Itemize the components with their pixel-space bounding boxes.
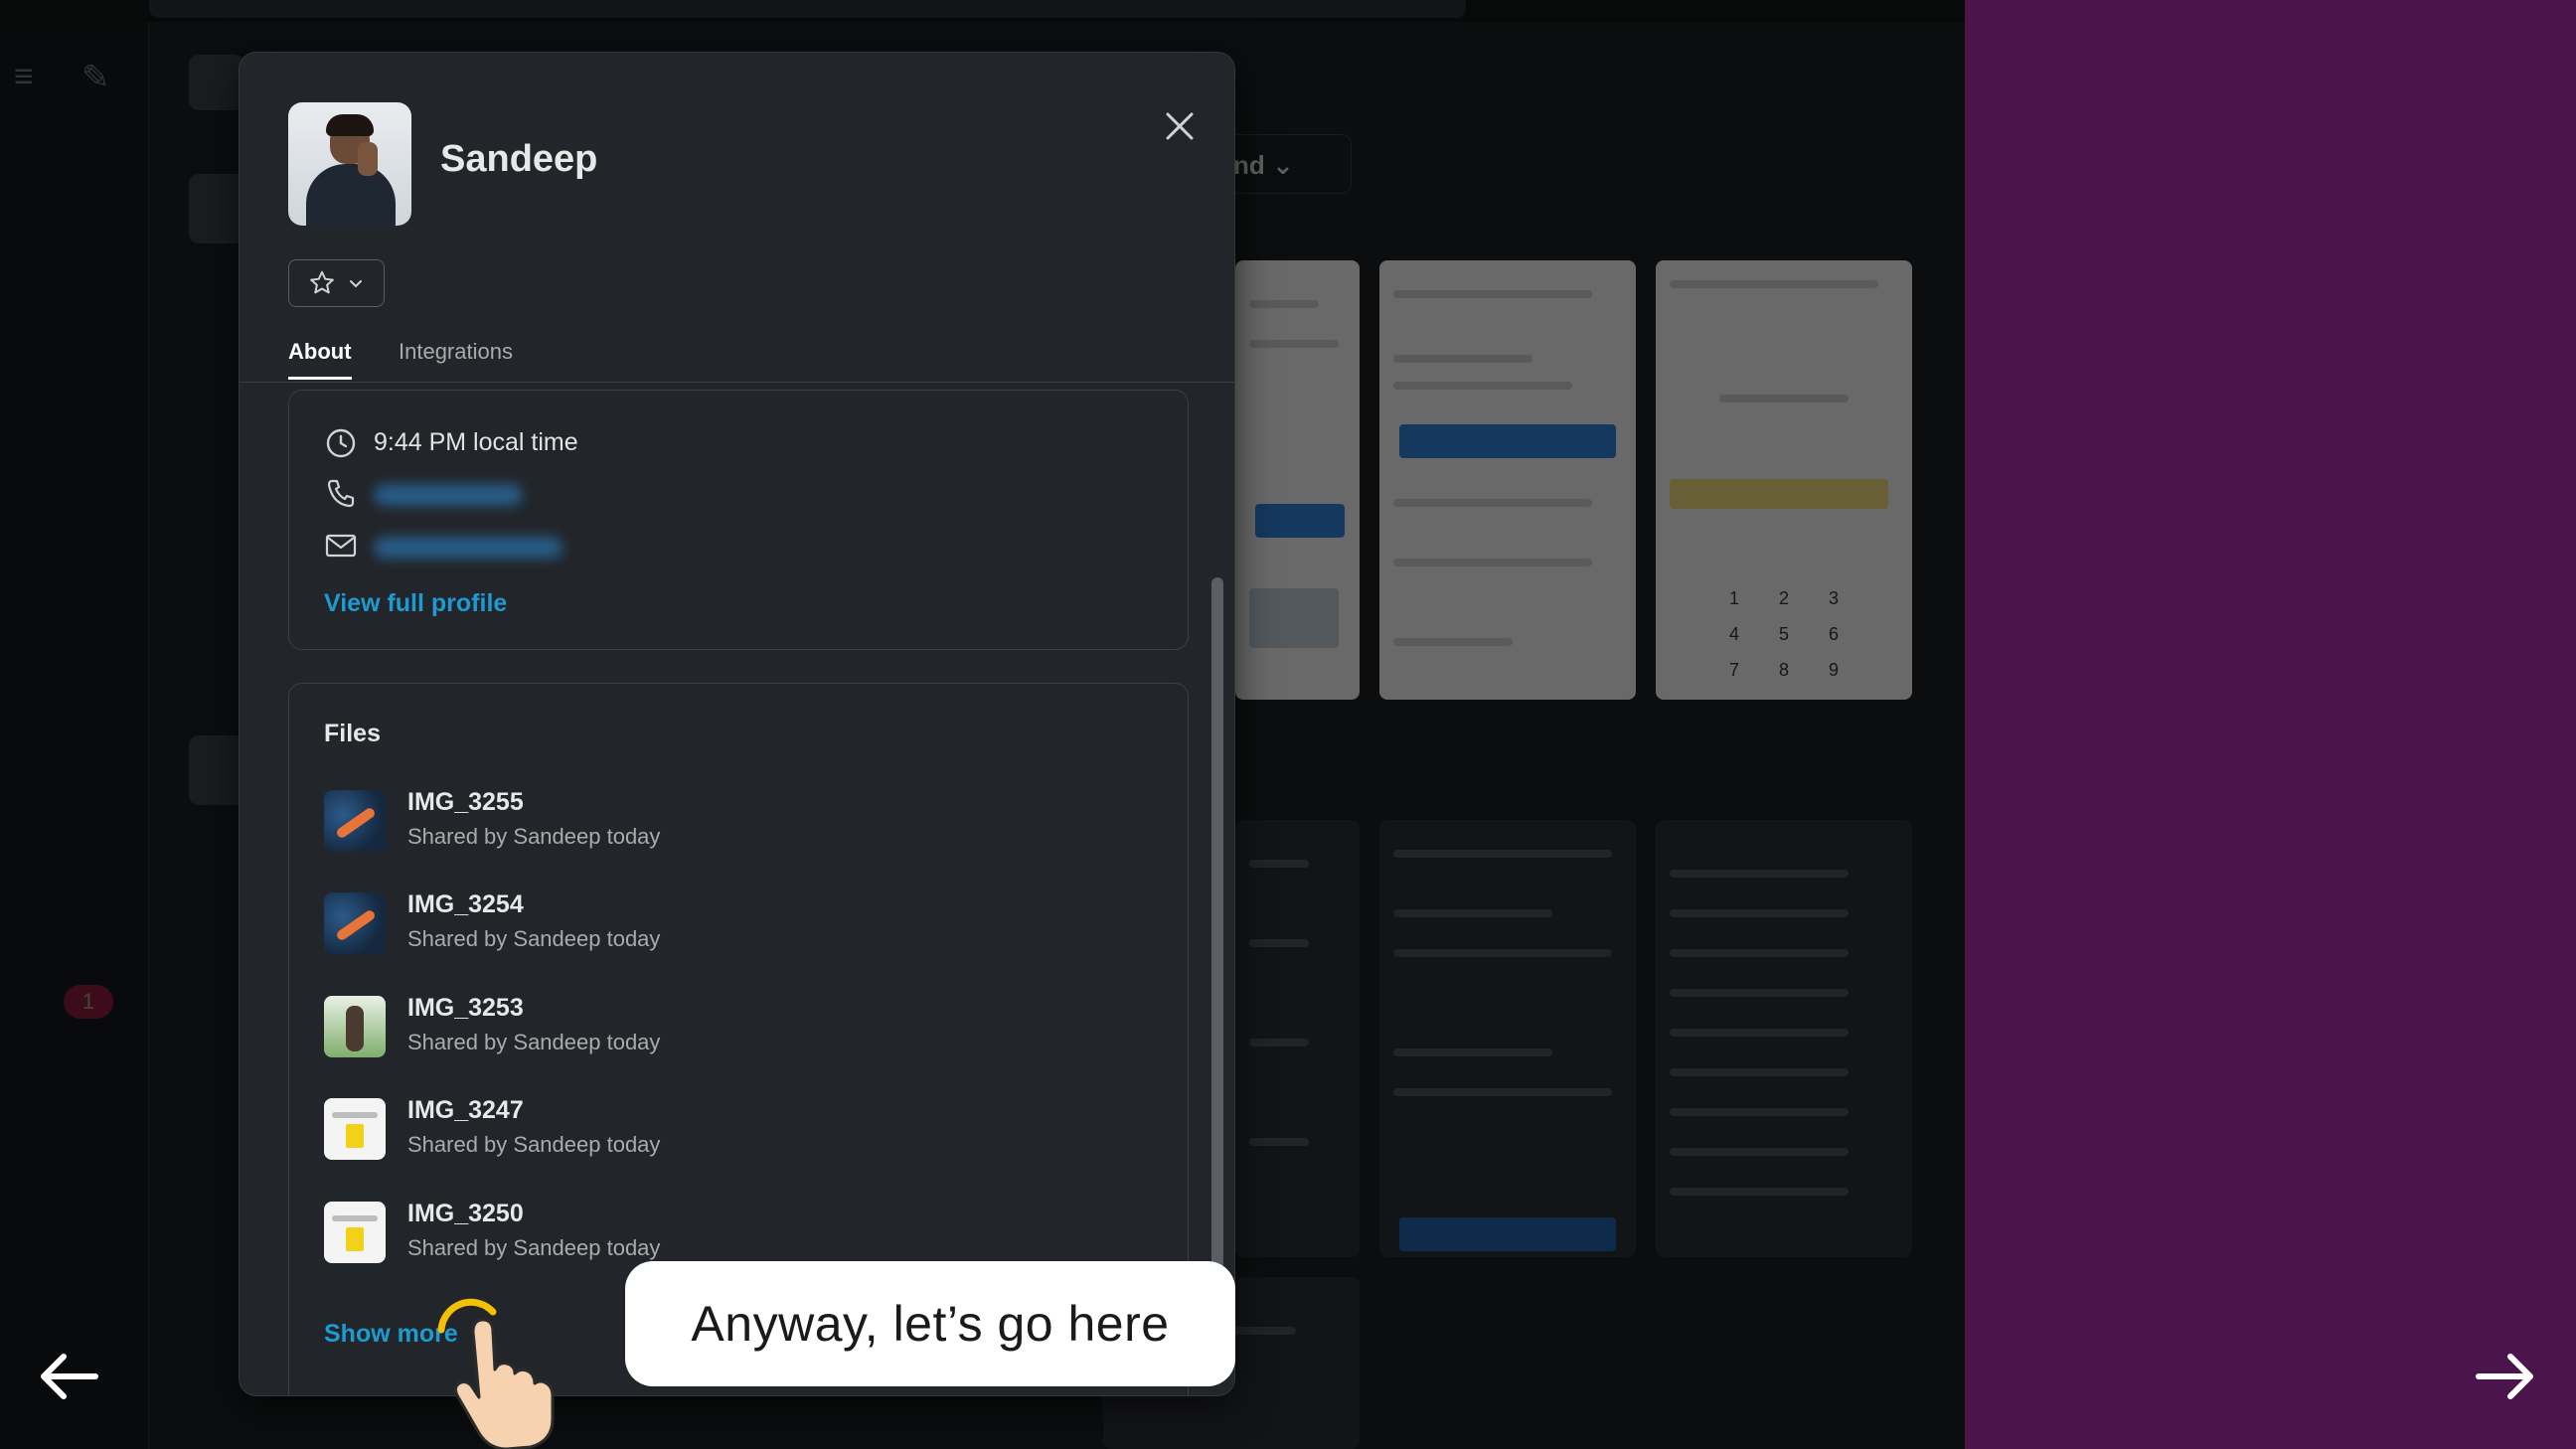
tutorial-callout: Anyway, let’s go here <box>625 1261 1235 1386</box>
profile-name: Sandeep <box>440 138 598 180</box>
file-thumbnail <box>324 1202 386 1263</box>
local-time: 9:44 PM local time <box>374 428 578 456</box>
scrollbar-thumb[interactable] <box>1211 577 1223 1313</box>
tab-about[interactable]: About <box>288 339 352 380</box>
about-card: 9:44 PM local time View full profile <box>288 390 1189 650</box>
phone-number-redacted <box>374 484 523 506</box>
file-thumbnail <box>324 1098 386 1160</box>
file-shared-by: Shared by Sandeep today <box>407 1132 661 1157</box>
divider <box>240 382 1234 383</box>
clock-icon <box>326 428 356 458</box>
file-item[interactable]: IMG_3255 Shared by Sandeep today <box>324 778 1139 868</box>
profile-avatar[interactable] <box>288 102 411 226</box>
scrollbar[interactable] <box>1211 391 1223 1384</box>
prev-step-button[interactable] <box>30 1337 109 1416</box>
file-thumbnail <box>324 996 386 1057</box>
file-name: IMG_3250 <box>407 1200 524 1227</box>
side-panel <box>1965 0 2576 1449</box>
star-icon <box>310 270 334 294</box>
favorite-button[interactable] <box>288 259 385 307</box>
close-icon <box>1166 112 1194 140</box>
profile-modal: Sandeep About Integrations 9:44 PM local… <box>239 52 1235 1396</box>
file-shared-by: Shared by Sandeep today <box>407 926 661 951</box>
file-item[interactable]: IMG_3253 Shared by Sandeep today <box>324 984 1139 1073</box>
file-name: IMG_3254 <box>407 890 524 918</box>
profile-header: Sandeep About Integrations <box>240 53 1234 383</box>
mail-icon <box>325 534 357 558</box>
next-step-button[interactable] <box>2465 1337 2544 1416</box>
chevron-down-icon <box>350 280 362 288</box>
file-thumbnail <box>324 790 386 852</box>
file-thumbnail <box>324 892 386 954</box>
file-name: IMG_3247 <box>407 1096 524 1124</box>
close-button[interactable] <box>1152 98 1208 154</box>
arrow-right-icon <box>2476 1354 2533 1399</box>
file-name: IMG_3253 <box>407 994 524 1022</box>
file-shared-by: Shared by Sandeep today <box>407 1235 661 1260</box>
file-item[interactable]: IMG_3254 Shared by Sandeep today <box>324 881 1139 970</box>
view-full-profile-link[interactable]: View full profile <box>324 589 507 618</box>
file-shared-by: Shared by Sandeep today <box>407 1030 661 1054</box>
file-name: IMG_3255 <box>407 788 524 816</box>
files-title: Files <box>324 720 381 747</box>
tab-integrations[interactable]: Integrations <box>399 339 513 365</box>
phone-icon <box>327 479 355 508</box>
file-item[interactable]: IMG_3247 Shared by Sandeep today <box>324 1086 1139 1176</box>
file-shared-by: Shared by Sandeep today <box>407 824 661 849</box>
email-address-redacted <box>374 537 563 559</box>
pointer-hand-icon <box>437 1298 555 1449</box>
arrow-left-icon <box>41 1354 98 1399</box>
